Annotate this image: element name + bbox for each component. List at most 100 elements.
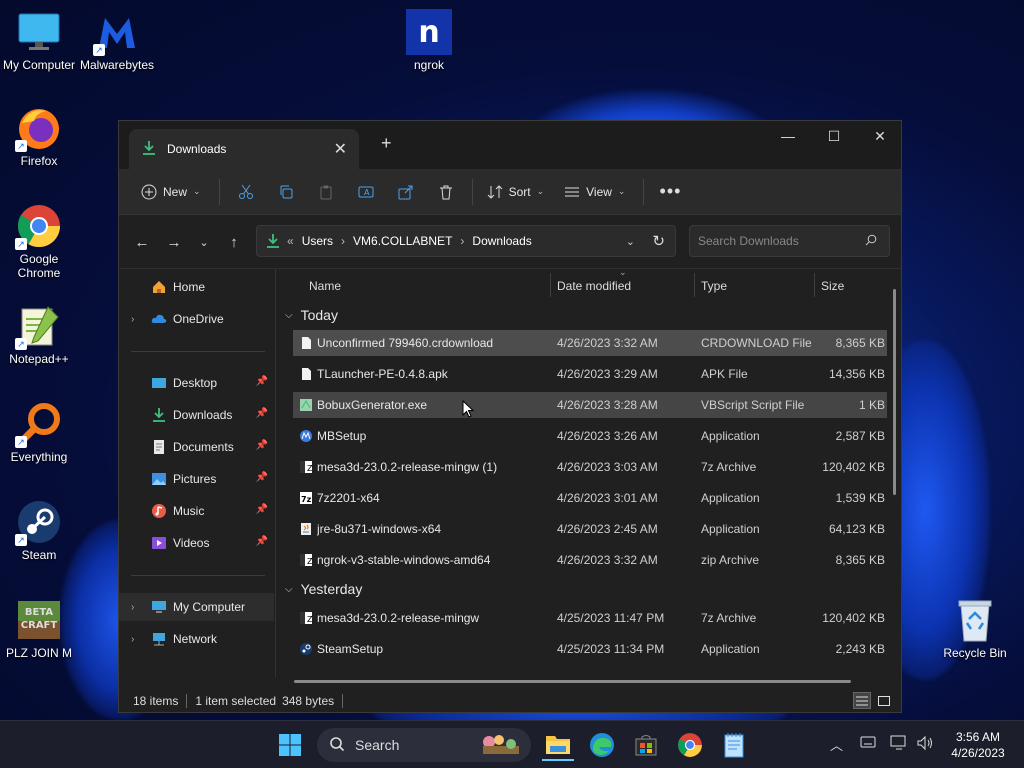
sidebar-item-videos[interactable]: Videos 📌 bbox=[119, 529, 274, 557]
taskbar-edge[interactable] bbox=[586, 729, 618, 761]
store-icon bbox=[635, 735, 657, 756]
column-divider[interactable] bbox=[550, 273, 551, 297]
recycle-bin-icon bbox=[951, 596, 999, 644]
sidebar-item-documents[interactable]: Documents 📌 bbox=[119, 433, 274, 461]
tab-downloads[interactable]: Downloads ✕ bbox=[129, 129, 359, 169]
taskbar-notepad[interactable] bbox=[718, 729, 750, 761]
sidebar-item-pictures[interactable]: Pictures 📌 bbox=[119, 465, 274, 493]
column-name[interactable]: Name bbox=[309, 279, 341, 293]
paste-button[interactable] bbox=[306, 176, 346, 208]
desktop-icon-recycle-bin[interactable]: Recycle Bin bbox=[936, 596, 1014, 660]
minimize-button[interactable]: — bbox=[765, 121, 811, 151]
column-divider[interactable] bbox=[814, 273, 815, 297]
desktop-icon-notepadpp[interactable]: ↗ Notepad++ bbox=[0, 302, 78, 366]
breadcrumb-overflow[interactable]: « bbox=[287, 234, 294, 248]
title-bar: Downloads ✕ + — ☐ ✕ bbox=[119, 121, 901, 169]
sort-icon bbox=[487, 184, 502, 199]
desktop-icon-google-chrome[interactable]: ↗ Google Chrome bbox=[0, 202, 78, 280]
sidebar-item-network[interactable]: › Network bbox=[119, 625, 274, 653]
rename-button[interactable]: A bbox=[346, 176, 386, 208]
breadcrumb-downloads[interactable]: Downloads bbox=[472, 234, 531, 248]
taskbar-chrome[interactable] bbox=[674, 729, 706, 761]
forward-button[interactable]: → bbox=[161, 229, 187, 255]
new-tab-button[interactable]: + bbox=[381, 133, 392, 154]
delete-button[interactable] bbox=[426, 176, 466, 208]
file-row[interactable]: Z ngrok-v3-stable-windows-amd64 4/26/202… bbox=[293, 547, 887, 573]
desktop-icon-malwarebytes[interactable]: ↗ Malwarebytes bbox=[78, 8, 156, 72]
sidebar-item-home[interactable]: Home bbox=[119, 273, 274, 301]
malwarebytes-icon: ↗ bbox=[93, 8, 141, 56]
breadcrumb-vm6[interactable]: VM6.COLLABNET bbox=[353, 234, 452, 248]
sidebar-item-desktop[interactable]: Desktop 📌 bbox=[119, 369, 274, 397]
taskbar-file-explorer[interactable] bbox=[542, 729, 574, 761]
cloud-icon bbox=[151, 311, 167, 327]
column-size[interactable]: Size bbox=[821, 279, 844, 293]
desktop-icon-beta-craft[interactable]: BETA CRAFT PLZ JOIN M bbox=[0, 596, 78, 660]
desktop-icon-firefox[interactable]: ↗ Firefox bbox=[0, 104, 78, 168]
refresh-icon[interactable]: ↻ bbox=[652, 232, 665, 250]
horizontal-scrollbar[interactable] bbox=[294, 680, 851, 683]
up-button[interactable]: ↑ bbox=[221, 229, 247, 255]
volume-icon[interactable] bbox=[916, 735, 934, 754]
tiles-view-icon[interactable] bbox=[875, 692, 893, 709]
keyboard-layout-icon[interactable] bbox=[860, 735, 876, 752]
view-button[interactable]: View ⌄ bbox=[556, 176, 633, 208]
cut-button[interactable] bbox=[226, 176, 266, 208]
svg-text:n: n bbox=[418, 15, 439, 50]
file-row[interactable]: TLauncher-PE-0.4.8.apk 4/26/2023 3:29 AM… bbox=[293, 361, 887, 387]
group-header-today[interactable]: ⌵ Today bbox=[285, 307, 338, 323]
desktop-icon-ngrok[interactable]: n ngrok bbox=[390, 8, 468, 72]
notepad-icon bbox=[724, 733, 744, 758]
column-divider[interactable] bbox=[694, 273, 695, 297]
file-row[interactable]: SteamSetup 4/25/2023 11:34 PM Applicatio… bbox=[293, 636, 887, 662]
new-button[interactable]: New ⌄ bbox=[133, 176, 209, 208]
vertical-scrollbar[interactable] bbox=[893, 289, 896, 495]
file-row[interactable]: BobuxGenerator.exe 4/26/2023 3:28 AM VBS… bbox=[293, 392, 887, 418]
address-history-chevron-icon[interactable]: ⌄ bbox=[626, 235, 635, 248]
file-row[interactable]: Z mesa3d-23.0.2-release-mingw (1) 4/26/2… bbox=[293, 454, 887, 480]
item-count: 18 items bbox=[133, 693, 179, 708]
sidebar-item-my-computer[interactable]: › My Computer bbox=[119, 593, 274, 621]
close-window-button[interactable]: ✕ bbox=[857, 121, 903, 151]
network-status-icon[interactable] bbox=[890, 735, 908, 754]
copy-button[interactable] bbox=[266, 176, 306, 208]
system-clock[interactable]: 3:56 AM 4/26/2023 bbox=[940, 729, 1016, 761]
chevron-right-icon[interactable]: › bbox=[131, 602, 134, 613]
monitor-icon bbox=[151, 599, 167, 615]
sidebar-item-onedrive[interactable]: › OneDrive bbox=[119, 305, 274, 333]
sort-button[interactable]: Sort ⌄ bbox=[479, 176, 553, 208]
pin-icon: 📌 bbox=[255, 472, 268, 483]
chevron-right-icon[interactable]: › bbox=[131, 634, 134, 645]
desktop-icon-everything[interactable]: ↗ Everything bbox=[0, 400, 78, 464]
back-button[interactable]: ← bbox=[129, 229, 155, 255]
file-row[interactable]: 7z 7z2201-x64 4/26/2023 3:01 AM Applicat… bbox=[293, 485, 887, 511]
sidebar-item-music[interactable]: Music 📌 bbox=[119, 497, 274, 525]
group-header-yesterday[interactable]: ⌵ Yesterday bbox=[285, 581, 362, 597]
address-bar[interactable]: « Users › VM6.COLLABNET › Downloads ⌄ ↻ bbox=[256, 225, 676, 257]
desktop-icon-steam[interactable]: ↗ Steam bbox=[0, 498, 78, 562]
show-hidden-icons-chevron-icon[interactable]: ︿ bbox=[830, 735, 843, 754]
share-button[interactable] bbox=[386, 176, 426, 208]
file-row[interactable]: MBSetup 4/26/2023 3:26 AM Application 2,… bbox=[293, 423, 887, 449]
search-input[interactable]: Search Downloads bbox=[689, 225, 890, 257]
details-view-icon[interactable] bbox=[853, 692, 871, 709]
close-tab-icon[interactable]: ✕ bbox=[334, 139, 347, 159]
maximize-button[interactable]: ☐ bbox=[811, 121, 857, 151]
column-date-modified[interactable]: Date modified bbox=[557, 279, 631, 293]
edge-icon bbox=[590, 733, 614, 757]
more-options-button[interactable]: ••• bbox=[650, 176, 690, 208]
breadcrumb-users[interactable]: Users bbox=[302, 234, 333, 248]
chevron-right-icon[interactable]: › bbox=[131, 314, 134, 325]
recent-locations-button[interactable]: ⌄ bbox=[191, 229, 217, 255]
column-type[interactable]: Type bbox=[701, 279, 727, 293]
sidebar-item-downloads[interactable]: Downloads 📌 bbox=[119, 401, 274, 429]
taskbar-search[interactable]: Search bbox=[317, 728, 531, 762]
file-row[interactable]: jre-8u371-windows-x64 4/26/2023 2:45 AM … bbox=[293, 516, 887, 542]
chevron-right-icon: › bbox=[341, 234, 346, 248]
taskbar-store[interactable] bbox=[630, 729, 662, 761]
file-row[interactable]: Unconfirmed 799460.crdownload 4/26/2023 … bbox=[293, 330, 887, 356]
desktop-icon-my-computer[interactable]: My Computer bbox=[0, 8, 78, 72]
start-button[interactable] bbox=[274, 729, 306, 761]
shortcut-arrow-icon: ↗ bbox=[15, 436, 27, 448]
file-row[interactable]: Z mesa3d-23.0.2-release-mingw 4/25/2023 … bbox=[293, 605, 887, 631]
